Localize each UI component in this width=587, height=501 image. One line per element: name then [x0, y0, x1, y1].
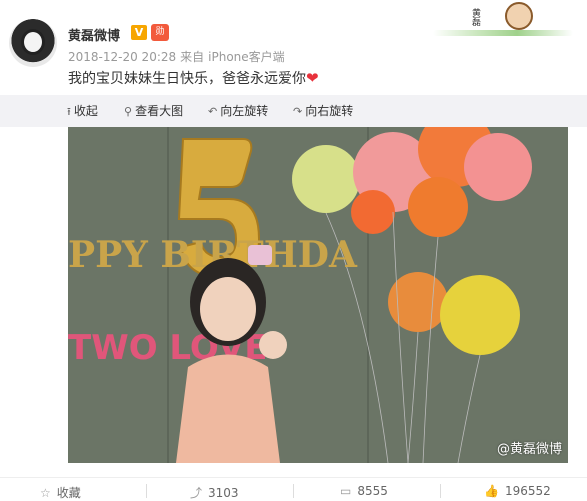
cartoon-avatar-icon — [505, 2, 533, 30]
image-toolbar: ⭱ 收起 ⚲ 查看大图 ↶ 向左旋转 ↷ 向右旋转 — [0, 95, 587, 127]
post-text: 我的宝贝妹妹生日快乐，爸爸永远爱你❤ — [68, 68, 319, 88]
post-photo[interactable]: PPY BIRTHDA TWO LOVE @黄磊微博 — [68, 127, 568, 463]
post-body: 我的宝贝妹妹生日快乐，爸爸永远爱你 — [68, 71, 306, 87]
username[interactable]: 黄磊微博 — [68, 25, 120, 44]
like-button[interactable]: 👍 196552 — [484, 484, 551, 498]
divider — [440, 484, 441, 498]
collapse-arrow-icon: ⭱ — [67, 105, 71, 118]
repost-count: 3103 — [208, 486, 239, 500]
thumbs-up-icon: 👍 — [484, 484, 499, 498]
card-decoration: 黄磊 — [433, 0, 573, 42]
rotate-right-label: 向右旋转 — [305, 104, 354, 118]
collapse-button[interactable]: ⭱ 收起 — [67, 95, 98, 127]
rotate-right-button[interactable]: ↷ 向右旋转 — [293, 95, 353, 127]
view-full-button[interactable]: ⚲ 查看大图 — [124, 95, 183, 127]
heart-icon: ❤ — [306, 69, 319, 87]
view-full-label: 查看大图 — [135, 104, 184, 118]
like-count: 196552 — [504, 484, 551, 498]
repost-button[interactable]: ⤴ 3103 — [190, 484, 239, 501]
rotate-left-label: 向左旋转 — [220, 104, 269, 118]
card-sign: 黄磊 — [470, 8, 480, 26]
collapse-label: 收起 — [73, 104, 98, 118]
post-meta: 2018-12-20 20:28 来自 iPhone客户端 — [68, 48, 289, 65]
rotate-left-button[interactable]: ↶ 向左旋转 — [208, 95, 268, 127]
avatar-face — [21, 29, 45, 55]
favorite-label: 收藏 — [56, 486, 81, 500]
rotate-right-icon: ↷ — [293, 105, 303, 118]
comment-button[interactable]: ▭ 8555 — [340, 484, 388, 498]
photo-watermark: @黄磊微博 — [496, 442, 562, 457]
source-prefix: 来自 — [180, 50, 205, 64]
divider — [293, 484, 294, 498]
rotate-left-icon: ↶ — [208, 105, 218, 118]
favorite-button[interactable]: ☆ 收藏 — [40, 484, 81, 501]
divider — [146, 484, 147, 498]
comment-count: 8555 — [357, 484, 388, 498]
repost-icon: ⤴ — [190, 486, 203, 500]
star-icon: ☆ — [40, 486, 51, 500]
magnifier-icon: ⚲ — [124, 105, 133, 118]
post-footer: ☆ 收藏 ⤴ 3103 ▭ 8555 👍 196552 — [0, 477, 587, 501]
comment-icon: ▭ — [340, 484, 352, 498]
grass-decoration — [433, 30, 573, 36]
weibo-post: 黄磊微博 V 勋 2018-12-20 20:28 来自 iPhone客户端 我的宝… — [0, 0, 587, 501]
timestamp[interactable]: 2018-12-20 20:28 — [68, 50, 176, 64]
avatar[interactable] — [9, 19, 57, 67]
photo-illustration: PPY BIRTHDA TWO LOVE — [68, 127, 568, 463]
source-link[interactable]: iPhone客户端 — [208, 50, 285, 64]
medal-badge-icon[interactable]: 勋 — [151, 24, 169, 41]
vip-badge[interactable]: V — [131, 25, 147, 40]
